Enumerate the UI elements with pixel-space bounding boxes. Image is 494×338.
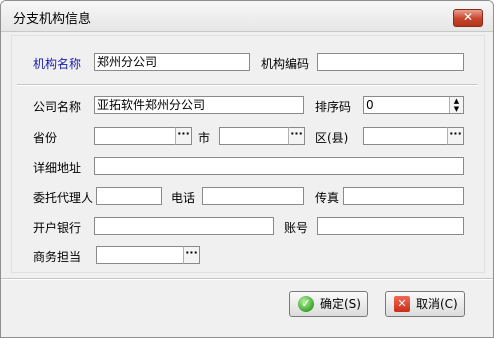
org-name-label: 机构名称: [33, 57, 82, 71]
district-label: 区(县): [315, 131, 349, 145]
company-name-label: 公司名称: [33, 100, 82, 114]
org-code-input[interactable]: [317, 53, 464, 71]
province-label: 省份: [33, 131, 58, 145]
footer-separator: [1, 278, 493, 280]
spin-down-icon[interactable]: ▼: [450, 105, 463, 113]
business-browse-button[interactable]: ···: [183, 246, 200, 264]
check-icon: ✓: [298, 296, 314, 312]
org-code-label: 机构编码: [261, 57, 310, 71]
close-button[interactable]: ✕: [453, 9, 483, 27]
account-input[interactable]: [317, 217, 464, 235]
agent-input[interactable]: [96, 187, 162, 205]
city-browse-button[interactable]: ···: [288, 127, 305, 145]
dialog-title: 分支机构信息: [13, 12, 92, 27]
city-label: 市: [198, 131, 211, 145]
ok-button-label: 确定(S): [320, 297, 361, 311]
close-icon: ✕: [462, 10, 474, 24]
business-label: 商务担当: [33, 250, 82, 264]
address-label: 详细地址: [33, 161, 82, 175]
fax-input[interactable]: [343, 187, 464, 205]
ellipsis-icon: ···: [290, 127, 303, 140]
ellipsis-icon: ···: [177, 127, 190, 140]
cancel-button[interactable]: ✕ 取消(C): [385, 291, 465, 317]
ok-button[interactable]: ✓ 确定(S): [289, 291, 368, 317]
dialog-window: 分支机构信息 ✕ 机构名称 郑州分公司 机构编码 公司名称 亚拓软件郑州分公司 …: [0, 0, 494, 338]
bank-input[interactable]: [94, 217, 274, 235]
phone-label: 电话: [171, 191, 196, 205]
city-input[interactable]: [219, 127, 289, 145]
separator: [17, 84, 477, 86]
cancel-icon: ✕: [394, 296, 410, 312]
province-browse-button[interactable]: ···: [175, 127, 192, 145]
title-bar: 分支机构信息 ✕: [1, 1, 493, 32]
account-label: 账号: [284, 221, 309, 235]
address-input[interactable]: [94, 157, 464, 175]
province-input[interactable]: [94, 127, 176, 145]
ellipsis-icon: ···: [449, 127, 462, 140]
bank-label: 开户银行: [33, 221, 82, 235]
org-name-input[interactable]: 郑州分公司: [94, 53, 250, 71]
company-name-input[interactable]: 亚拓软件郑州分公司: [94, 96, 304, 114]
sort-code-label: 排序码: [315, 100, 352, 114]
fax-label: 传真: [315, 191, 340, 205]
district-input[interactable]: [363, 127, 448, 145]
business-input[interactable]: [96, 246, 184, 264]
phone-input[interactable]: [202, 187, 304, 205]
ellipsis-icon: ···: [185, 246, 198, 259]
district-browse-button[interactable]: ···: [447, 127, 464, 145]
spin-up-icon[interactable]: ▲: [450, 97, 463, 105]
sort-code-value: 0: [366, 98, 374, 112]
stepper-buttons[interactable]: ▲ ▼: [449, 97, 463, 113]
cancel-button-label: 取消(C): [416, 297, 458, 311]
sort-code-stepper[interactable]: 0 ▲ ▼: [363, 96, 464, 114]
agent-label: 委托代理人: [33, 191, 94, 205]
